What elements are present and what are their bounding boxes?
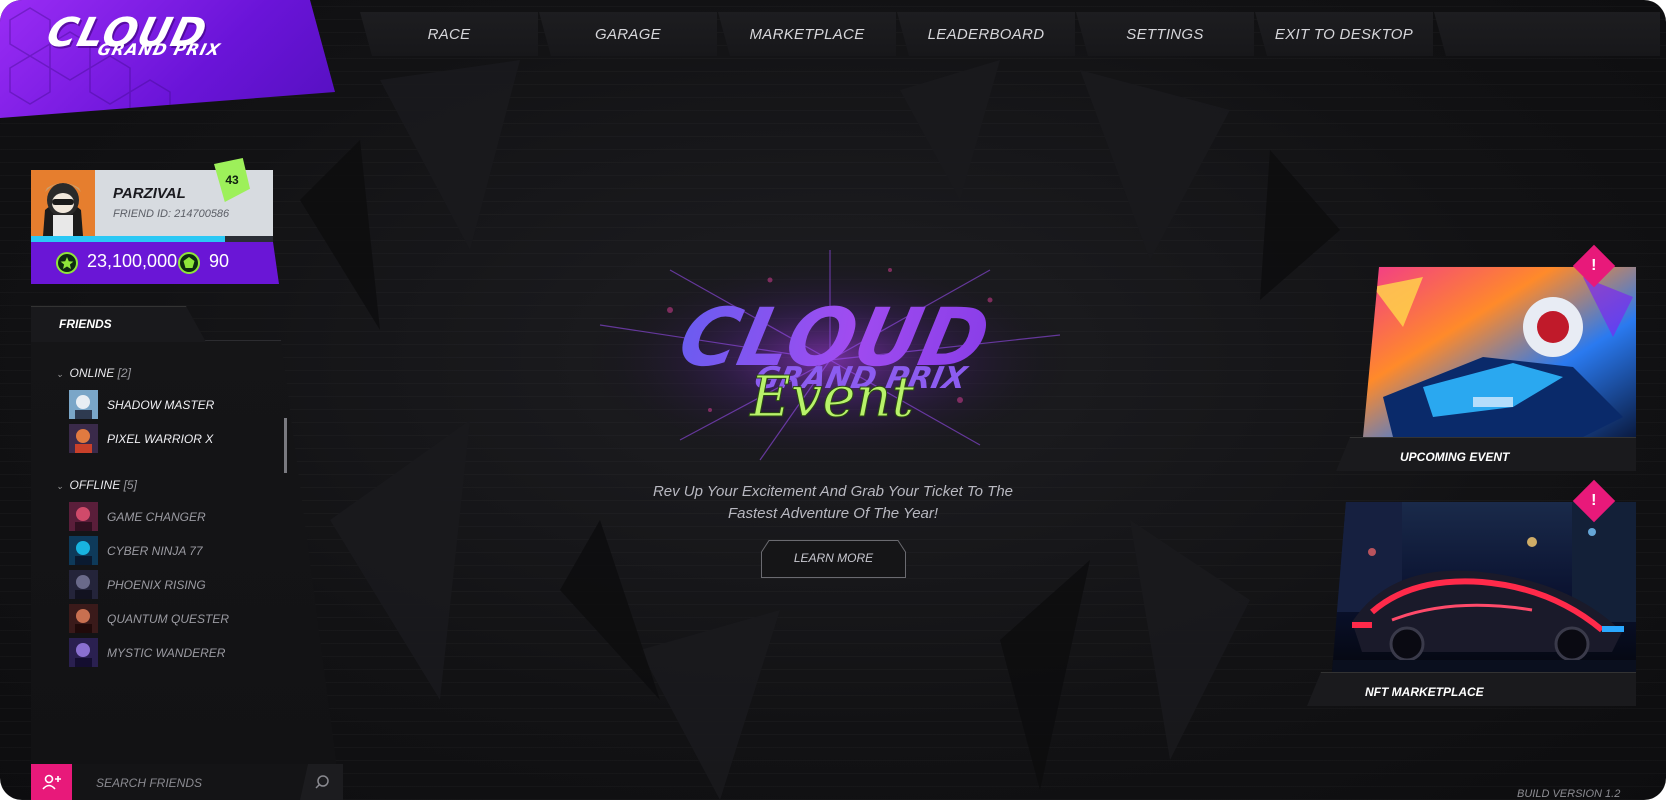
- friend-avatar: [69, 424, 98, 453]
- friend-item[interactable]: GAME CHANGER: [69, 502, 269, 532]
- player-profile-card[interactable]: PARZIVAL FRIEND ID: 214700586 23,100,000…: [31, 158, 281, 285]
- friend-avatar: [69, 390, 98, 419]
- friend-item[interactable]: QUANTUM QUESTER: [69, 604, 269, 634]
- friend-id: FRIEND ID: 214700586: [113, 208, 230, 220]
- search-friends-input[interactable]: [96, 772, 286, 794]
- offline-group-label: OFFLINE: [69, 478, 121, 492]
- friends-tab[interactable]: FRIENDS: [31, 306, 206, 342]
- nav-garage-label: GARAGE: [595, 25, 661, 43]
- nft-marketplace-art: [1332, 502, 1636, 672]
- nav-marketplace[interactable]: MARKETPLACE: [718, 12, 896, 56]
- xp-progress-bar: [31, 236, 273, 242]
- online-group-header[interactable]: ⌄ ONLINE [2]: [56, 366, 131, 380]
- nav-settings-label: SETTINGS: [1126, 25, 1204, 43]
- nav-marketplace-label: MARKETPLACE: [749, 25, 865, 43]
- game-main-menu: CLOUD GRAND PRIX RACE GARAGE MARKETPLACE…: [0, 0, 1666, 800]
- logo-subtitle: GRAND PRIX: [95, 40, 223, 59]
- nft-marketplace-card[interactable]: NFT MARKETPLACE: [1307, 672, 1636, 706]
- nft-marketplace-label: NFT MARKETPLACE: [1365, 685, 1484, 699]
- event-subtitle-line1: Rev Up Your Excitement And Grab Your Tic…: [652, 483, 1014, 500]
- chevron-down-icon: ⌄: [56, 369, 64, 379]
- nav-garage[interactable]: GARAGE: [539, 12, 717, 56]
- chevron-down-icon: ⌄: [56, 481, 64, 491]
- learn-more-label: LEARN MORE: [793, 551, 874, 565]
- tokens-value: 90: [209, 251, 230, 271]
- event-subtitle-line2: Fastest Adventure Of The Year!: [727, 505, 939, 522]
- alert-icon: !: [1591, 491, 1597, 509]
- friend-item[interactable]: PHOENIX RISING: [69, 570, 269, 600]
- nav-settings[interactable]: SETTINGS: [1076, 12, 1254, 56]
- search-icon: [314, 775, 329, 789]
- upcoming-event-image[interactable]: [1363, 267, 1636, 437]
- nav-leaderboard[interactable]: LEADERBOARD: [897, 12, 1075, 56]
- add-friend-button[interactable]: [31, 764, 72, 800]
- online-count: [2]: [117, 366, 131, 380]
- friend-name: GAME CHANGER: [107, 510, 206, 524]
- player-avatar: [31, 170, 95, 236]
- xp-progress-fill: [31, 236, 225, 242]
- friend-name: QUANTUM QUESTER: [107, 612, 230, 626]
- upcoming-event-art: [1363, 267, 1636, 437]
- nav-exit-to-desktop[interactable]: EXIT TO DESKTOP: [1255, 12, 1433, 56]
- nav-spacer: [1434, 12, 1660, 56]
- friend-item[interactable]: CYBER NINJA 77: [69, 536, 269, 566]
- currency-bar: 23,100,000 90: [31, 242, 279, 284]
- event-subtitle: Rev Up Your Excitement And Grab Your Tic…: [600, 481, 1066, 525]
- event-logo: CLOUD GRAND PRIX Event: [580, 250, 1080, 470]
- offline-count: [5]: [123, 478, 137, 492]
- online-group-label: ONLINE: [69, 366, 115, 380]
- star-coin-icon: [56, 252, 78, 274]
- friend-item[interactable]: MYSTIC WANDERER: [69, 638, 269, 668]
- friend-name: PHOENIX RISING: [107, 578, 206, 592]
- friend-avatar: [69, 536, 98, 565]
- friend-item[interactable]: SHADOW MASTER: [69, 390, 269, 420]
- build-version: BUILD VERSION 1.2: [1517, 788, 1621, 800]
- friend-item[interactable]: PIXEL WARRIOR X: [69, 424, 269, 454]
- nav-race-label: RACE: [427, 25, 471, 43]
- upcoming-event-card[interactable]: UPCOMING EVENT: [1336, 437, 1636, 471]
- event-logo-script: Event: [749, 365, 915, 430]
- avatar-image: [31, 170, 95, 236]
- nav-race[interactable]: RACE: [360, 12, 538, 56]
- nft-marketplace-image[interactable]: [1332, 502, 1636, 672]
- credits-value: 23,100,000: [87, 251, 178, 271]
- friend-avatar: [69, 570, 98, 599]
- friend-name: CYBER NINJA 77: [107, 544, 203, 558]
- friend-name: SHADOW MASTER: [107, 398, 215, 412]
- nav-leaderboard-label: LEADERBOARD: [927, 25, 1045, 43]
- friends-tab-label: FRIENDS: [59, 317, 112, 331]
- upcoming-event-label: UPCOMING EVENT: [1400, 450, 1510, 464]
- top-navigation: RACE GARAGE MARKETPLACE LEADERBOARD SETT…: [360, 12, 1660, 56]
- friends-scrollbar[interactable]: [284, 418, 287, 473]
- friend-name: PIXEL WARRIOR X: [107, 432, 214, 446]
- player-name: PARZIVAL: [113, 185, 186, 202]
- friend-avatar: [69, 502, 98, 531]
- alert-icon: !: [1591, 256, 1597, 274]
- gem-coin-icon: [178, 252, 200, 274]
- learn-more-button[interactable]: LEARN MORE: [761, 540, 906, 578]
- friend-name: MYSTIC WANDERER: [107, 646, 226, 660]
- nav-exit-label: EXIT TO DESKTOP: [1274, 25, 1414, 43]
- offline-group-header[interactable]: ⌄ OFFLINE [5]: [56, 478, 137, 492]
- add-user-icon: [41, 774, 61, 790]
- friend-avatar: [69, 604, 98, 633]
- friend-avatar: [69, 638, 98, 667]
